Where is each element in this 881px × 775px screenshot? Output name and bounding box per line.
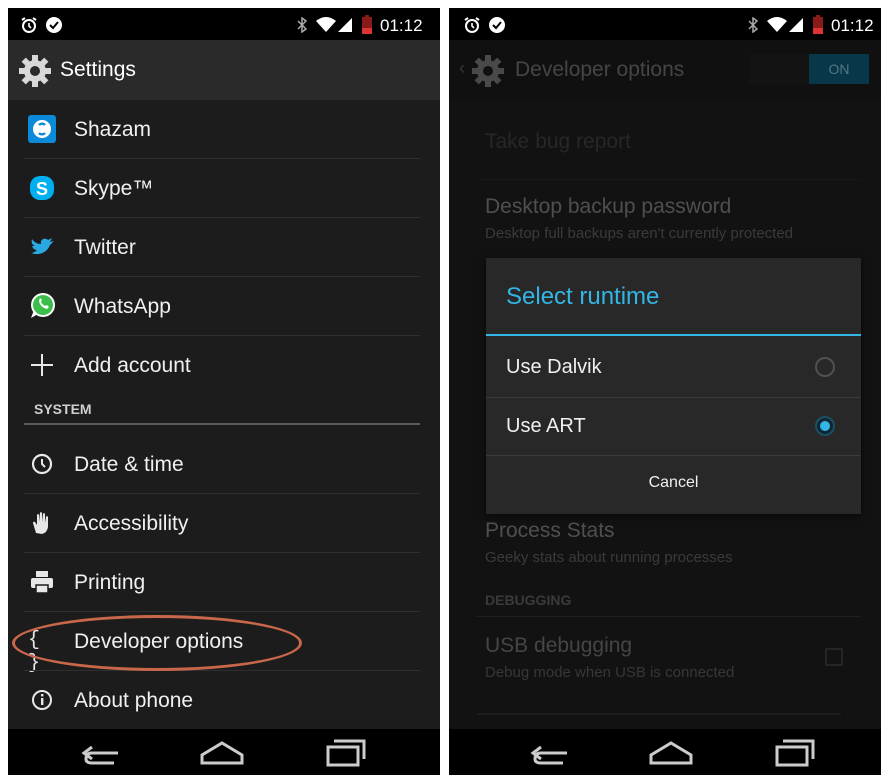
recent-apps-icon[interactable] [773, 735, 817, 769]
back-icon[interactable] [527, 735, 571, 769]
printer-icon [31, 571, 53, 594]
select-runtime-dialog: Select runtime Use Dalvik Use ART Cancel [486, 258, 861, 514]
list-item-label: Add account [74, 354, 191, 377]
shazam-icon [28, 115, 56, 143]
radio-dalvik[interactable] [815, 357, 835, 377]
list-item-skype[interactable]: S Skype™ [8, 159, 440, 218]
check-badge-icon [46, 17, 62, 33]
developer-options-screen: 01:12 ‹ Developer options ON Take bug re… [449, 8, 881, 775]
hand-icon [33, 512, 48, 534]
list-item-label: Accessibility [74, 512, 189, 535]
list-item-date-time[interactable]: Date & time [8, 435, 440, 494]
battery-icon [362, 15, 372, 34]
battery-icon [813, 15, 823, 34]
list-item-shazam[interactable]: Shazam [8, 100, 440, 159]
bluetooth-icon [748, 17, 759, 33]
cancel-button[interactable]: Cancel [486, 456, 861, 514]
check-badge-icon [489, 17, 505, 33]
home-icon[interactable] [647, 735, 695, 769]
navigation-bar [8, 729, 440, 775]
plus-icon [31, 354, 53, 376]
list-item-printing[interactable]: Printing [8, 553, 440, 612]
list-item-label: Skype™ [74, 177, 154, 200]
list-item-label: Printing [74, 571, 146, 594]
bluetooth-icon [297, 17, 308, 33]
highlight-annotation [12, 615, 302, 671]
cancel-label: Cancel [648, 474, 699, 491]
list-item-twitter[interactable]: Twitter [8, 218, 440, 277]
list-item-accessibility[interactable]: Accessibility [8, 494, 440, 553]
dialog-title: Select runtime [506, 283, 660, 310]
dialog-title-divider [486, 334, 861, 336]
action-bar: Settings [8, 40, 440, 100]
radio-art[interactable] [815, 416, 835, 436]
list-item-whatsapp[interactable]: WhatsApp [8, 277, 440, 336]
page-title: Settings [60, 58, 136, 81]
list-item-label: Shazam [74, 118, 152, 141]
alarm-icon [21, 17, 37, 33]
option-label: Use Dalvik [506, 356, 602, 378]
list-item-label: About phone [74, 689, 194, 712]
skype-icon: S [30, 176, 54, 200]
wifi-signal-icon [316, 17, 352, 32]
option-use-art[interactable]: Use ART [486, 397, 861, 455]
status-time: 01:12 [380, 16, 423, 35]
option-use-dalvik[interactable]: Use Dalvik [486, 338, 861, 396]
status-bar: 01:12 [8, 8, 440, 40]
svg-text:S: S [36, 179, 48, 199]
list-item-label: WhatsApp [74, 295, 171, 318]
status-bar: 01:12 [449, 8, 881, 40]
section-title: SYSTEM [34, 401, 92, 417]
section-divider [24, 423, 420, 425]
info-icon [32, 690, 52, 710]
option-label: Use ART [506, 415, 586, 437]
list-item-label: Date & time [74, 453, 184, 476]
wifi-signal-icon [767, 17, 803, 32]
twitter-icon [31, 238, 54, 255]
recent-apps-icon[interactable] [324, 735, 368, 769]
alarm-icon [464, 17, 480, 33]
gear-icon[interactable] [18, 54, 52, 88]
home-icon[interactable] [198, 735, 246, 769]
whatsapp-icon [31, 293, 55, 318]
back-icon[interactable] [78, 735, 122, 769]
list-item-add-account[interactable]: Add account [8, 336, 440, 395]
status-time: 01:12 [831, 16, 874, 35]
navigation-bar [449, 729, 881, 775]
clock-icon [31, 453, 53, 475]
list-item-label: Twitter [74, 236, 136, 259]
section-header-system: SYSTEM [24, 395, 420, 425]
list-item-about-phone[interactable]: About phone [8, 671, 440, 730]
settings-screen: 01:12 Settings Shazam S Skype™ Twitter W… [8, 8, 440, 775]
